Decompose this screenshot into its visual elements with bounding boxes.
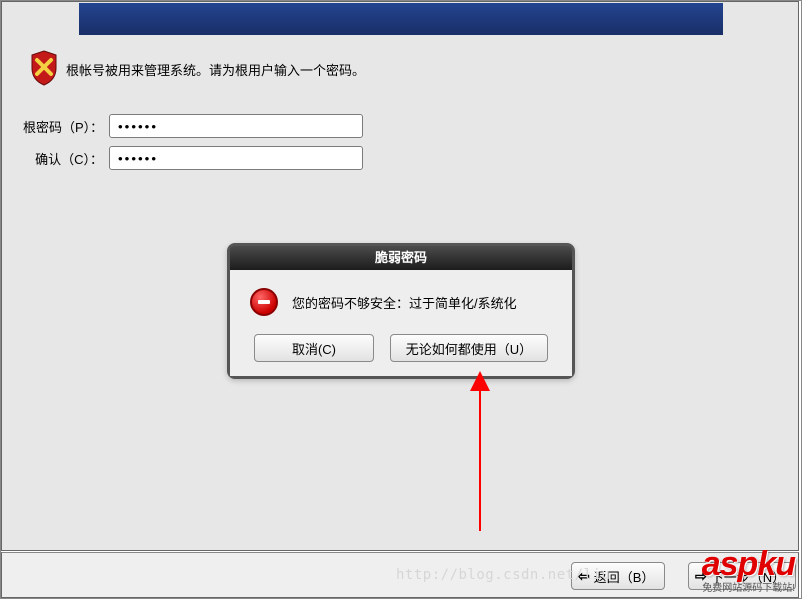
dialog-body: 您的密码不够安全：过于简单化/系统化 取消(C) 无论如何都使用（U） bbox=[230, 270, 572, 376]
dialog-title: 脆弱密码 bbox=[230, 246, 572, 270]
dialog-message: 您的密码不够安全：过于简单化/系统化 bbox=[292, 293, 517, 312]
error-icon bbox=[250, 288, 278, 316]
next-label: 下一步（N） bbox=[711, 567, 785, 586]
back-label: 返回（B） bbox=[594, 567, 655, 586]
password-label: 根密码（P）： bbox=[23, 117, 109, 136]
installer-main: 根帐号被用来管理系统。请为根用户输入一个密码。 根密码（P）： 确认（C）： 脆… bbox=[1, 1, 799, 551]
confirm-label: 确认（C）： bbox=[23, 149, 109, 168]
shield-icon bbox=[30, 50, 58, 86]
cancel-button[interactable]: 取消(C) bbox=[254, 334, 374, 362]
bottom-bar: ⇦ 返回（B） ⇨ 下一步（N） bbox=[1, 552, 799, 598]
confirm-row: 确认（C）： bbox=[23, 146, 363, 170]
arrow-left-icon: ⇦ bbox=[578, 568, 590, 585]
header-banner bbox=[79, 3, 723, 35]
arrow-right-icon: ⇨ bbox=[695, 568, 707, 585]
annotation-arrow bbox=[470, 371, 490, 531]
weak-password-dialog: 脆弱密码 您的密码不够安全：过于简单化/系统化 取消(C) 无论如何都使用（U） bbox=[227, 243, 575, 379]
password-row: 根密码（P）： bbox=[23, 114, 363, 138]
confirm-password-input[interactable] bbox=[109, 146, 363, 170]
next-button[interactable]: ⇨ 下一步（N） bbox=[688, 562, 796, 590]
root-password-input[interactable] bbox=[109, 114, 363, 138]
instruction-text: 根帐号被用来管理系统。请为根用户输入一个密码。 bbox=[66, 60, 466, 79]
use-anyway-button[interactable]: 无论如何都使用（U） bbox=[390, 334, 548, 362]
back-button[interactable]: ⇦ 返回（B） bbox=[571, 562, 665, 590]
